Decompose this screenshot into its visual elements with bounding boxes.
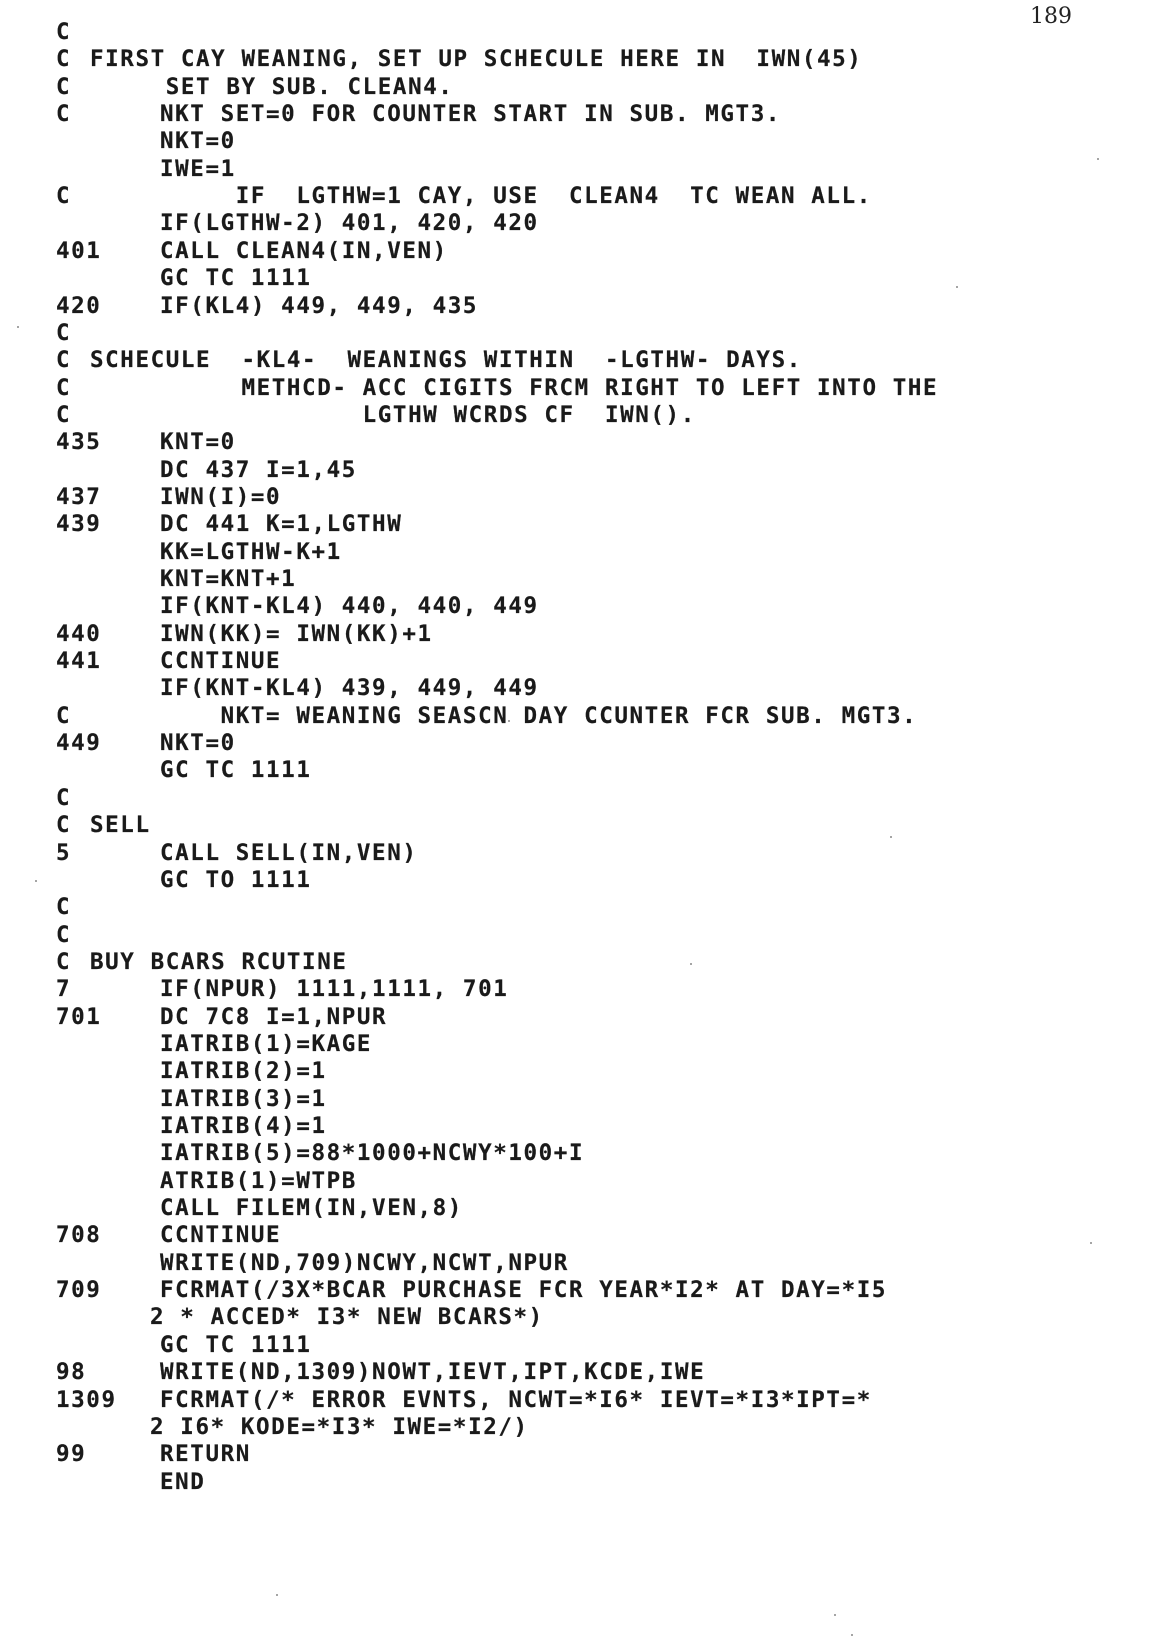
statement-text: GC TC 1111 — [160, 757, 312, 784]
statement-label: 1309 — [56, 1386, 117, 1413]
comment-marker: C — [56, 73, 72, 100]
statement-text: CALL SELL(IN,VEN) — [160, 839, 418, 866]
scan-speck — [890, 836, 892, 838]
statement-text: FCRMAT(/3X*BCAR PURCHASE FCR YEAR*I2* AT… — [160, 1277, 888, 1304]
scan-speck — [834, 1614, 836, 1616]
statement-label: 435 — [56, 429, 102, 456]
scan-speck — [1097, 158, 1099, 160]
statement-label: 99 — [56, 1441, 87, 1468]
comment-marker: C — [56, 319, 72, 346]
comment-marker: C — [56, 347, 72, 374]
statement-text: IF(KL4) 449, 449, 435 — [160, 292, 479, 319]
statement-label: 437 — [56, 483, 102, 510]
scan-speck — [690, 963, 692, 965]
statement-text: GC TC 1111 — [160, 265, 312, 292]
comment-marker: C — [56, 812, 72, 839]
comment-text: LGTHW WCRDS CF IWN(). — [90, 401, 696, 428]
statement-text: FCRMAT(/* ERROR EVNTS, NCWT=*I6* IEVT=*I… — [160, 1386, 872, 1413]
statement-text: KNT=KNT+1 — [160, 566, 297, 592]
comment-text: IF LGTHW=1 CAY, USE CLEAN4 TC WEAN ALL. — [160, 183, 872, 210]
scan-speck — [956, 286, 958, 288]
statement-text: KNT=0 — [160, 429, 236, 456]
statement-text: GC TC 1111 — [160, 1331, 312, 1358]
statement-label: 441 — [56, 648, 102, 675]
comment-marker: C — [56, 702, 72, 729]
statement-text: IWN(I)=0 — [160, 483, 282, 510]
statement-text: ATRIB(1)=WTPB — [160, 1167, 357, 1194]
statement-text: CCNTINUE — [160, 1222, 282, 1249]
scan-speck — [276, 1594, 278, 1596]
comment-marker: C — [56, 921, 72, 948]
statement-label: 439 — [56, 511, 102, 538]
statement-text: NKT=0 — [160, 730, 236, 757]
statement-text: IATRIB(4)=1 — [160, 1113, 327, 1139]
comment-marker: C — [56, 46, 72, 73]
statement-text: IATRIB(1)=KAGE — [160, 1030, 373, 1057]
statement-label: 709 — [56, 1277, 102, 1304]
statement-text: IF(NPUR) 1111,1111, 701 — [160, 976, 509, 1003]
statement-text: IATRIB(2)=1 — [160, 1058, 327, 1085]
comment-marker: C — [56, 784, 72, 811]
comment-text: FIRST CAY WEANING, SET UP SCHECULE HERE … — [90, 46, 863, 73]
statement-label: 708 — [56, 1222, 102, 1249]
comment-text: SET BY SUB. CLEAN4. — [90, 73, 454, 100]
comment-text: SCHECULE -KL4- WEANINGS WITHIN -LGTHW- D… — [90, 347, 802, 374]
statement-text: IF(KNT-KL4) 439, 449, 449 — [160, 675, 539, 702]
comment-text: NKT SET=0 FOR COUNTER START IN SUB. MGT3… — [160, 101, 781, 128]
statement-label: 701 — [56, 1003, 102, 1030]
statement-text: GC TO 1111 — [160, 866, 312, 893]
statement-label: 440 — [56, 620, 102, 647]
comment-text: METHCD- ACC CIGITS FRCM RIGHT TO LEFT IN… — [90, 374, 939, 401]
statement-label: 98 — [56, 1359, 87, 1386]
statement-text: DC 441 K=1,LGTHW — [160, 511, 403, 538]
statement-text: CCNTINUE — [160, 648, 282, 675]
statement-text: IF(KNT-KL4) 440, 440, 449 — [160, 593, 539, 620]
statement-text: KK=LGTHW-K+1 — [160, 538, 342, 565]
scan-speck — [35, 880, 37, 882]
comment-marker: C — [56, 101, 72, 128]
comment-text: SELL — [90, 812, 151, 839]
scan-speck — [508, 720, 510, 722]
comment-marker: C — [56, 183, 72, 210]
comment-marker: C — [56, 401, 72, 428]
statement-text: 2 * ACCED* I3* NEW BCARS*) — [150, 1304, 544, 1331]
statement-text: DC 437 I=1,45 — [160, 456, 357, 483]
statement-text: END — [160, 1468, 206, 1495]
statement-text: DC 7C8 I=1,NPUR — [160, 1003, 388, 1030]
comment-marker: C — [56, 19, 72, 45]
comment-marker: C — [56, 894, 72, 921]
statement-label: 401 — [56, 237, 102, 264]
statement-text: IATRIB(3)=1 — [160, 1085, 327, 1112]
comment-marker: C — [56, 948, 72, 975]
scan-speck — [17, 326, 19, 328]
statement-label: 449 — [56, 730, 102, 757]
comment-text: NKT= WEANING SEASCN DAY CCUNTER FCR SUB.… — [160, 702, 918, 729]
statement-text: NKT=0 — [160, 128, 236, 155]
statement-text: RETURN — [160, 1441, 251, 1468]
statement-text: IATRIB(5)=88*1000+NCWY*100+I — [160, 1140, 585, 1167]
statement-text: CALL CLEAN4(IN,VEN) — [160, 237, 448, 264]
scan-speck — [851, 1634, 853, 1636]
statement-text: CALL FILEM(IN,VEN,8) — [160, 1195, 463, 1222]
statement-text: WRITE(ND,709)NCWY,NCWT,NPUR — [160, 1249, 569, 1276]
statement-text: IF(LGTHW-2) 401, 420, 420 — [160, 210, 539, 237]
comment-marker: C — [56, 374, 72, 401]
statement-label: 420 — [56, 292, 102, 319]
statement-label: 5 — [56, 839, 72, 866]
statement-text: 2 I6* KODE=*I3* IWE=*I2/) — [150, 1413, 529, 1440]
scan-speck — [1090, 1242, 1092, 1244]
statement-text: IWE=1 — [160, 155, 236, 182]
comment-text: BUY BCARS RCUTINE — [90, 948, 348, 975]
statement-label: 7 — [56, 976, 72, 1003]
statement-text: WRITE(ND,1309)NOWT,IEVT,IPT,KCDE,IWE — [160, 1359, 706, 1386]
fortran-code-listing: C C FIRST CAY WEANING, SET UP SCHECULE HER… — [0, 0, 1176, 1642]
statement-text: IWN(KK)= IWN(KK)+1 — [160, 620, 433, 647]
